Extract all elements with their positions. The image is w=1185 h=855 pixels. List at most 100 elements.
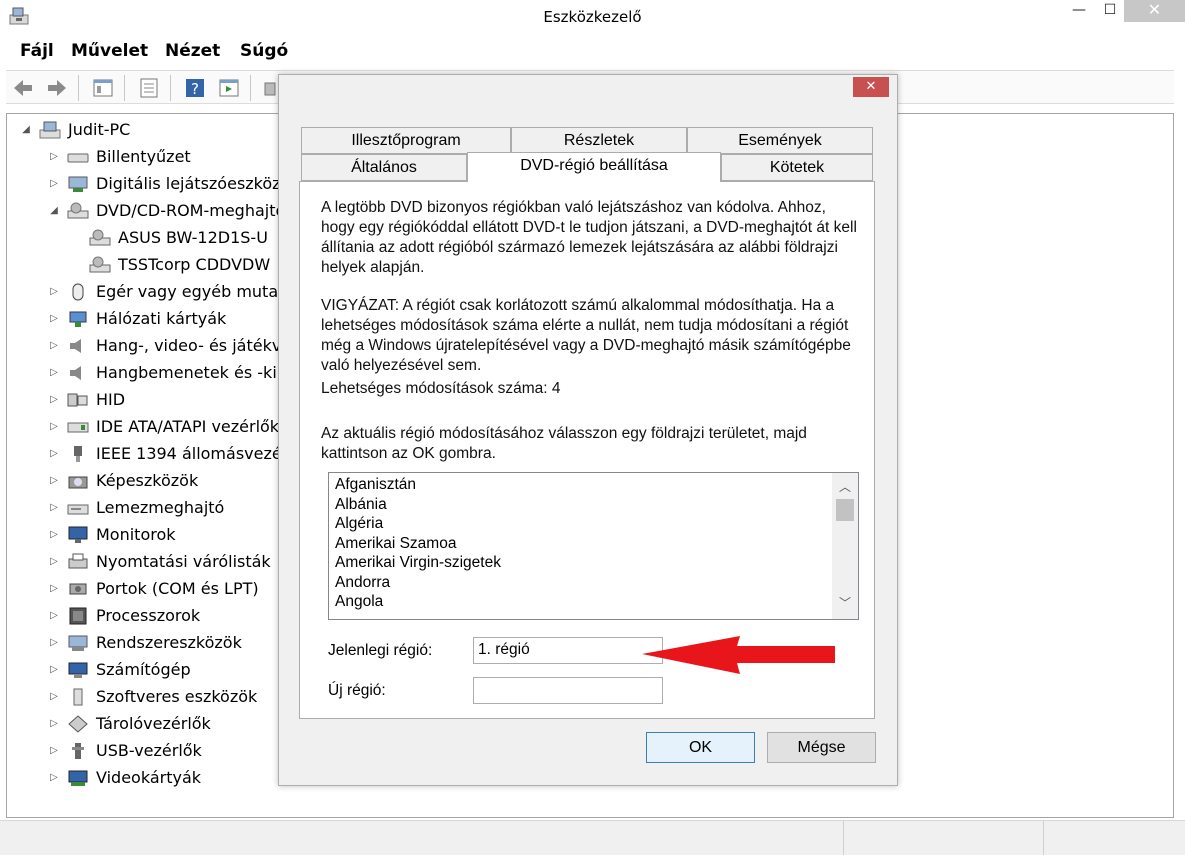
tree-item[interactable]: ▷ Rendszereszközök (47, 629, 242, 656)
close-button[interactable]: ✕ (1124, 0, 1185, 22)
collapsed-triangle-icon[interactable]: ▷ (47, 664, 61, 675)
collapsed-triangle-icon[interactable]: ▷ (47, 340, 61, 351)
region-list[interactable]: Afganisztán Albánia Algéria Amerikai Sza… (328, 472, 859, 620)
tree-item[interactable]: ▷ Processzorok (47, 602, 200, 629)
tree-item[interactable]: ▷ HID (47, 386, 125, 413)
panel-icon[interactable] (218, 77, 240, 99)
collapsed-triangle-icon[interactable]: ▷ (47, 178, 61, 189)
toolbar-separator (124, 75, 125, 101)
scroll-up-icon[interactable]: ︿ (832, 477, 858, 497)
tab-volumes[interactable]: Kötetek (721, 154, 873, 181)
tree-item-label: Billentyűzet (96, 147, 191, 166)
tree-item[interactable]: ▷ Videokártyák (47, 764, 201, 791)
tree-item[interactable]: ▷ Szoftveres eszközök (47, 683, 257, 710)
list-item[interactable]: Angola (335, 592, 383, 612)
changes-remaining: Lehetséges módosítások száma: 4 (321, 380, 561, 397)
expanded-triangle-icon[interactable]: ◢ (47, 205, 61, 216)
collapsed-triangle-icon[interactable]: ▷ (47, 394, 61, 405)
tree-item-label: Nyomtatási várólisták (96, 552, 271, 571)
tree-item[interactable]: ▷ Nyomtatási várólisták (47, 548, 271, 575)
warning-text: VIGYÁZAT: A régiót csak korlátozott szám… (321, 297, 851, 374)
red-arrow-annotation (642, 636, 835, 674)
ok-button[interactable]: OK (646, 732, 755, 763)
title-bar: Eszközkezelő — ☐ ✕ (0, 0, 1185, 36)
collapsed-triangle-icon[interactable]: ▷ (47, 718, 61, 729)
tree-item-label: Hálózati kártyák (96, 309, 227, 328)
collapsed-triangle-icon[interactable]: ▷ (47, 637, 61, 648)
collapsed-triangle-icon[interactable]: ▷ (47, 556, 61, 567)
usb-icon (72, 742, 84, 759)
current-region-field: 1. régió (473, 637, 663, 664)
tree-item[interactable]: ▷ USB-vezérlők (47, 737, 202, 764)
tab-dvd-region[interactable]: DVD-régió beállítása (467, 152, 721, 182)
collapsed-triangle-icon[interactable]: ▷ (47, 583, 61, 594)
tree-item[interactable]: ▷ Képeszközök (47, 467, 198, 494)
properties-icon[interactable] (138, 77, 160, 99)
printer-icon (68, 553, 88, 568)
tree-root-label: Judit-PC (68, 120, 131, 139)
tree-item[interactable]: ▷ IEEE 1394 állomásvezérlők (47, 440, 312, 467)
collapsed-triangle-icon[interactable]: ▷ (47, 448, 61, 459)
collapsed-triangle-icon[interactable]: ▷ (47, 286, 61, 297)
tree-item[interactable]: ◢ DVD/CD-ROM-meghajtók (47, 197, 294, 224)
menu-action[interactable]: Művelet (71, 41, 148, 61)
tab-general[interactable]: Általános (301, 154, 467, 181)
tab-details[interactable]: Részletek (511, 127, 687, 154)
tree-item[interactable]: ▷ IDE ATA/ATAPI vezérlők (47, 413, 279, 440)
tree-root[interactable]: ◢ Judit-PC (19, 116, 130, 143)
dvd-drive-icon (89, 256, 111, 272)
maximize-button[interactable]: ☐ (1096, 0, 1124, 22)
tree-item[interactable]: ▷ Tárolóvezérlők (47, 710, 211, 737)
tab-events[interactable]: Események (687, 127, 873, 154)
list-item[interactable]: Andorra (335, 573, 390, 593)
mouse-icon (72, 283, 84, 300)
collapsed-triangle-icon[interactable]: ▷ (47, 367, 61, 378)
dialog-close-button[interactable]: ✕ (853, 77, 889, 97)
menu-file[interactable]: Fájl (20, 41, 54, 61)
forward-arrow-icon[interactable] (46, 77, 68, 99)
list-item[interactable]: Amerikai Virgin-szigetek (335, 553, 501, 573)
collapsed-triangle-icon[interactable]: ▷ (47, 421, 61, 432)
collapsed-triangle-icon[interactable]: ▷ (47, 745, 61, 756)
tab-driver[interactable]: Illesztőprogram (301, 127, 511, 154)
tree-item[interactable]: ▷ Lemezmeghajtó (47, 494, 224, 521)
minimize-button[interactable]: — (1062, 0, 1096, 22)
software-icon (73, 688, 83, 705)
tree-item[interactable]: ASUS BW-12D1S-U (69, 224, 268, 251)
help-icon[interactable]: ? (184, 77, 206, 99)
toolbar-separator (170, 75, 171, 101)
new-region-field (473, 677, 663, 704)
collapsed-triangle-icon[interactable]: ▷ (47, 610, 61, 621)
list-item[interactable]: Afganisztán (335, 475, 416, 495)
menu-view[interactable]: Nézet (165, 41, 220, 61)
tree-item[interactable]: ▷ Billentyűzet (47, 143, 191, 170)
tree-item[interactable]: ▷ Digitális lejátszóeszközök (47, 170, 299, 197)
list-item[interactable]: Algéria (335, 514, 383, 534)
collapsed-triangle-icon[interactable]: ▷ (47, 313, 61, 324)
scroll-down-icon[interactable]: ﹀ (832, 593, 858, 613)
status-bar (0, 820, 1185, 855)
port-icon (69, 583, 87, 594)
collapsed-triangle-icon[interactable]: ▷ (47, 529, 61, 540)
cancel-button[interactable]: Mégse (767, 732, 876, 763)
expanded-triangle-icon[interactable]: ◢ (19, 124, 33, 135)
collapsed-triangle-icon[interactable]: ▷ (47, 151, 61, 162)
tree-item-label: HID (96, 390, 126, 409)
collapsed-triangle-icon[interactable]: ▷ (47, 502, 61, 513)
tree-item[interactable]: TSSTcorp CDDVDW (69, 251, 270, 278)
list-scrollbar[interactable]: ︿ ﹀ (832, 473, 858, 619)
tree-item[interactable]: ▷ Monitorok (47, 521, 175, 548)
tree-view-icon[interactable] (92, 77, 114, 99)
list-item[interactable]: Albánia (335, 495, 387, 515)
network-icon (69, 311, 87, 327)
scroll-thumb[interactable] (836, 499, 854, 521)
collapsed-triangle-icon[interactable]: ▷ (47, 772, 61, 783)
list-item[interactable]: Amerikai Szamoa (335, 534, 456, 554)
menu-help[interactable]: Súgó (240, 41, 288, 61)
back-arrow-icon[interactable] (12, 77, 34, 99)
tree-item[interactable]: ▷ Portok (COM és LPT) (47, 575, 258, 602)
collapsed-triangle-icon[interactable]: ▷ (47, 691, 61, 702)
collapsed-triangle-icon[interactable]: ▷ (47, 475, 61, 486)
tree-item[interactable]: ▷ Hálózati kártyák (47, 305, 226, 332)
tree-item[interactable]: ▷ Számítógép (47, 656, 190, 683)
